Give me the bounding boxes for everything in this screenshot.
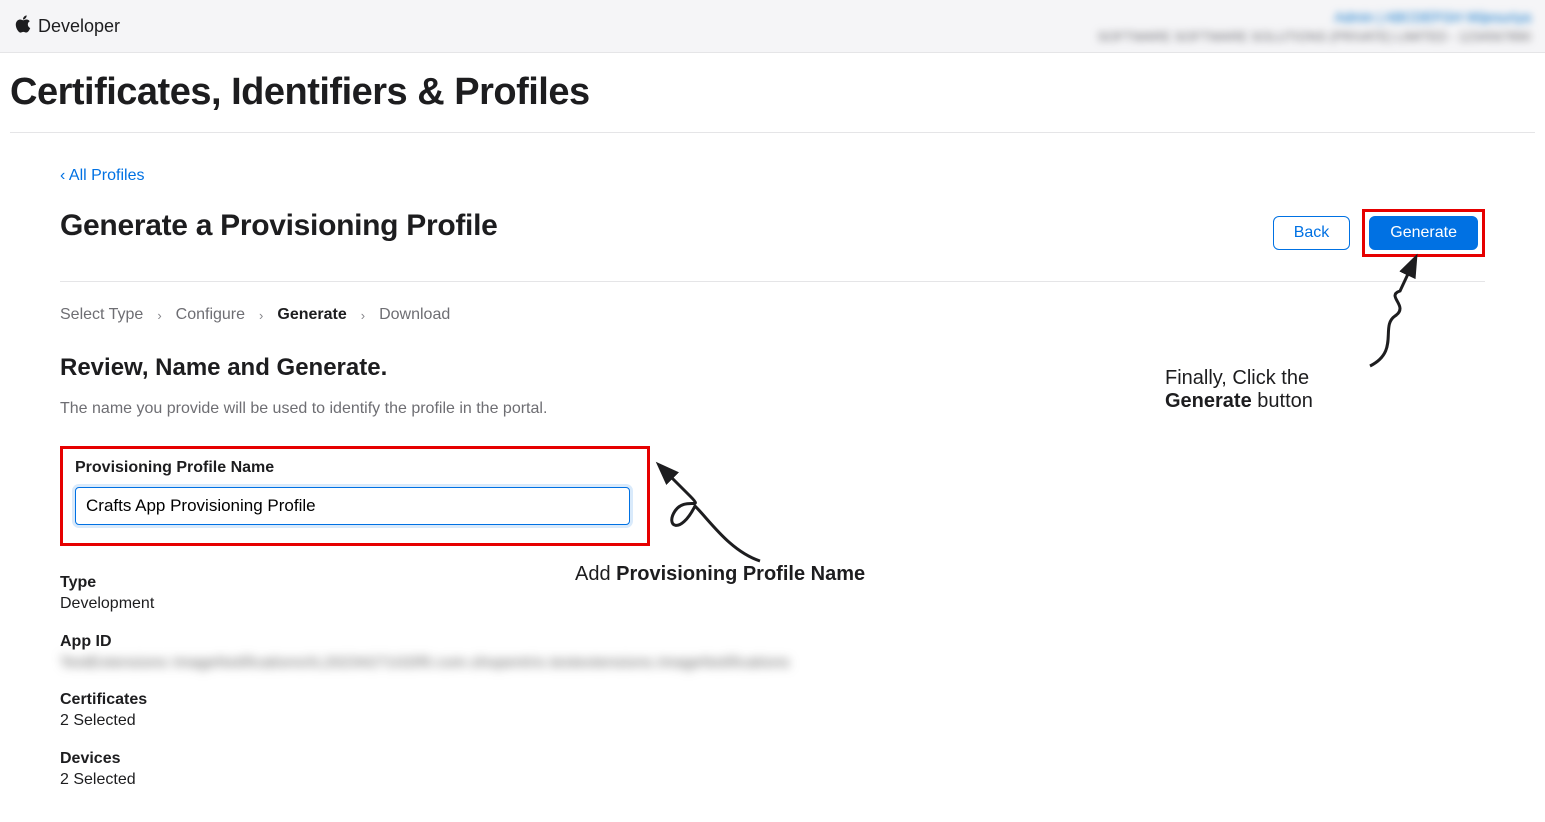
back-button[interactable]: Back (1273, 216, 1351, 250)
step-select-type[interactable]: Select Type (60, 306, 143, 324)
page-title: Certificates, Identifiers & Profiles (10, 71, 1535, 114)
generate-button[interactable]: Generate (1369, 216, 1478, 250)
review-heading: Review, Name and Generate. (60, 354, 1485, 382)
step-breadcrumb: Select Type › Configure › Generate › Dow… (60, 306, 1485, 324)
certificates-value: 2 Selected (60, 712, 1485, 730)
generate-highlight: Generate (1362, 209, 1485, 257)
profile-name-box: Provisioning Profile Name (60, 446, 650, 546)
chevron-right-icon: › (157, 308, 161, 323)
brand-area[interactable]: Developer (14, 13, 120, 40)
action-buttons: Back Generate (1273, 209, 1485, 257)
profile-name-label: Provisioning Profile Name (75, 459, 635, 477)
type-block: Type Development (60, 574, 1485, 613)
appid-block: App ID TestExtensions ImageNotifications… (60, 633, 1485, 671)
chevron-right-icon: › (361, 308, 365, 323)
certificates-block: Certificates 2 Selected (60, 691, 1485, 730)
devices-block: Devices 2 Selected (60, 750, 1485, 789)
step-download: Download (379, 306, 450, 324)
content-area: ‹ All Profiles Generate a Provisioning P… (10, 133, 1535, 789)
page-title-wrap: Certificates, Identifiers & Profiles (10, 53, 1535, 133)
all-profiles-link[interactable]: ‹ All Profiles (60, 167, 144, 185)
brand-label: Developer (38, 16, 120, 37)
apple-logo-icon (14, 13, 32, 40)
step-configure[interactable]: Configure (176, 306, 245, 324)
profile-name-input[interactable] (75, 487, 630, 525)
appid-value: TestExtensions ImageNotificationsXL20234… (60, 654, 1485, 671)
type-label: Type (60, 574, 1485, 592)
appid-label: App ID (60, 633, 1485, 651)
account-name: Admin | ABCDEFGH Wijesuriya (1334, 9, 1531, 25)
devices-value: 2 Selected (60, 771, 1485, 789)
step-generate: Generate (277, 306, 346, 324)
account-area[interactable]: Admin | ABCDEFGH Wijesuriya SOFTWARE SOF… (1098, 9, 1531, 44)
topbar: Developer Admin | ABCDEFGH Wijesuriya SO… (0, 0, 1545, 53)
section-title: Generate a Provisioning Profile (60, 209, 498, 243)
devices-label: Devices (60, 750, 1485, 768)
certificates-label: Certificates (60, 691, 1485, 709)
section-header: Generate a Provisioning Profile Back Gen… (60, 209, 1485, 282)
type-value: Development (60, 595, 1485, 613)
page-container: Certificates, Identifiers & Profiles ‹ A… (0, 53, 1545, 789)
review-description: The name you provide will be used to ide… (60, 400, 1485, 418)
account-org: SOFTWARE SOFTWARE SOLUTIONS (PRIVATE) LI… (1098, 29, 1531, 44)
chevron-right-icon: › (259, 308, 263, 323)
